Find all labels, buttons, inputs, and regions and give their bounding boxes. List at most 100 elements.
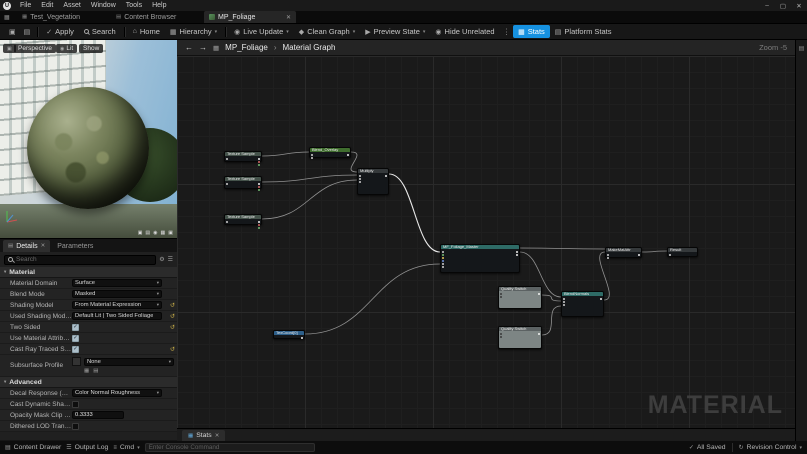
preview-shape-icon[interactable]: ◉ xyxy=(153,230,157,236)
property-checkbox[interactable] xyxy=(72,400,79,408)
details-search-input[interactable] xyxy=(16,256,153,263)
settings-icon[interactable]: ⚙ xyxy=(159,256,164,263)
property-input[interactable]: 0.3333 xyxy=(72,411,124,419)
material-node[interactable]: Quality Switch xyxy=(498,326,542,349)
apply-button[interactable]: ✓ Apply xyxy=(41,25,79,38)
hide-unrelated-button[interactable]: ◉ Hide Unrelated xyxy=(430,25,499,38)
node-output-pin[interactable] xyxy=(258,161,260,163)
all-saved-status[interactable]: ✓ All Saved xyxy=(689,444,726,451)
palette-sidebar-collapsed[interactable]: ▤ xyxy=(795,40,807,441)
property-checkbox[interactable] xyxy=(72,422,79,430)
tab-close-icon[interactable]: ✕ xyxy=(286,14,291,21)
console-command-input[interactable] xyxy=(144,443,315,452)
section-advanced[interactable]: ▾ Advanced xyxy=(0,377,177,388)
node-input-pin[interactable] xyxy=(669,254,671,256)
asset-use-icon[interactable]: ▤ xyxy=(93,368,98,374)
node-input-pin[interactable] xyxy=(226,158,228,160)
node-input-pin[interactable] xyxy=(442,260,444,262)
breadcrumb-root[interactable]: MP_Foliage xyxy=(225,43,268,52)
overflow-menu-icon[interactable]: ⋮ xyxy=(500,27,514,36)
node-output-pin[interactable] xyxy=(258,183,260,185)
node-input-pin[interactable] xyxy=(359,178,361,180)
node-input-pin[interactable] xyxy=(563,304,565,306)
close-icon[interactable]: ✕ xyxy=(41,243,46,249)
node-input-pin[interactable] xyxy=(226,221,228,223)
node-input-pin[interactable] xyxy=(442,254,444,256)
asset-dropdown[interactable]: None ▾ xyxy=(84,357,174,366)
content-drawer-button[interactable]: ▤ Content Drawer xyxy=(5,444,61,451)
node-output-pin[interactable] xyxy=(538,293,540,295)
platform-stats-button[interactable]: ▤ Platform Stats xyxy=(550,25,617,38)
node-output-pin[interactable] xyxy=(516,251,518,253)
node-output-pin[interactable] xyxy=(258,164,260,166)
filter-icon[interactable]: ☰ xyxy=(168,256,173,263)
back-icon[interactable]: ← xyxy=(185,43,193,52)
material-node[interactable]: Result xyxy=(667,247,698,257)
tab-test-vegetation[interactable]: ▦ Test_Vegetation xyxy=(16,11,86,23)
node-input-pin[interactable] xyxy=(607,257,609,259)
menu-file[interactable]: File xyxy=(15,0,36,11)
node-output-pin[interactable] xyxy=(301,337,303,339)
clean-graph-button[interactable]: ◆ Clean Graph ▾ xyxy=(294,25,360,38)
live-update-button[interactable]: ◉ Live Update ▾ xyxy=(229,25,294,38)
lit-mode-dropdown[interactable]: ◉ Lit xyxy=(56,44,78,53)
maximize-button[interactable]: ▢ xyxy=(775,2,791,10)
node-output-pin[interactable] xyxy=(600,298,602,300)
material-node[interactable]: MakeMatAttr xyxy=(605,247,642,259)
property-checkbox[interactable]: ✓ xyxy=(72,345,79,353)
asset-browse-icon[interactable]: ▦ xyxy=(84,368,89,374)
material-node[interactable]: Blend_Overlay xyxy=(309,147,351,159)
show-dropdown[interactable]: Show xyxy=(79,44,104,53)
material-preview-viewport[interactable]: ▣ Perspective ◉ Lit Show ▣ ▤ ◉ ▦ ▣ xyxy=(0,40,177,238)
preview-sphere[interactable] xyxy=(27,87,149,209)
reset-to-default-icon[interactable]: ↺ xyxy=(170,346,177,353)
menu-edit[interactable]: Edit xyxy=(36,0,58,11)
property-dropdown[interactable]: From Material Expression ▾ xyxy=(72,301,162,309)
home-button[interactable]: ⌂ Home xyxy=(128,25,165,38)
details-search-box[interactable] xyxy=(4,254,157,265)
breadcrumb-page[interactable]: Material Graph xyxy=(283,43,336,52)
property-dropdown[interactable]: Surface ▾ xyxy=(72,279,162,287)
node-output-pin[interactable] xyxy=(347,154,349,156)
node-input-pin[interactable] xyxy=(442,266,444,268)
node-input-pin[interactable] xyxy=(563,301,565,303)
node-output-pin[interactable] xyxy=(258,186,260,188)
node-output-pin[interactable] xyxy=(258,221,260,223)
perspective-dropdown[interactable]: Perspective xyxy=(14,44,56,53)
menu-tools[interactable]: Tools xyxy=(121,0,147,11)
node-output-pin[interactable] xyxy=(538,333,540,335)
property-dropdown[interactable]: Masked ▾ xyxy=(72,290,162,298)
menu-asset[interactable]: Asset xyxy=(58,0,86,11)
node-output-pin[interactable] xyxy=(385,175,387,177)
node-input-pin[interactable] xyxy=(500,333,502,335)
material-node[interactable]: Texture Sample xyxy=(224,176,262,191)
forward-icon[interactable]: → xyxy=(199,43,207,52)
node-input-pin[interactable] xyxy=(607,254,609,256)
hierarchy-button[interactable]: ▦ Hierarchy ▾ xyxy=(165,25,222,38)
cmd-dropdown[interactable]: ≡ Cmd ▾ xyxy=(113,444,139,451)
node-output-pin[interactable] xyxy=(258,158,260,160)
node-input-pin[interactable] xyxy=(226,183,228,185)
tab-parameters[interactable]: Parameters xyxy=(50,240,100,252)
close-icon[interactable]: ✕ xyxy=(215,433,220,439)
material-node[interactable]: TexCoord[0] xyxy=(273,330,305,339)
revision-control-button[interactable]: ↻ Revision Control ▾ xyxy=(739,444,802,451)
node-input-pin[interactable] xyxy=(500,296,502,298)
tab-details[interactable]: ▤ Details ✕ xyxy=(3,240,51,252)
material-node[interactable]: MF_Foliage_Master xyxy=(440,244,520,273)
node-input-pin[interactable] xyxy=(311,157,313,159)
minimize-button[interactable]: – xyxy=(759,2,775,10)
node-output-pin[interactable] xyxy=(638,254,640,256)
save-button[interactable]: ▣ xyxy=(5,26,20,38)
node-input-pin[interactable] xyxy=(500,336,502,338)
preview-state-button[interactable]: ▶ Preview State ▾ xyxy=(360,25,430,38)
preview-shape-icon[interactable]: ▤ xyxy=(145,230,150,236)
node-input-pin[interactable] xyxy=(442,257,444,259)
close-button[interactable]: ✕ xyxy=(791,2,807,10)
stats-toggle-button[interactable]: ▦ Stats xyxy=(513,25,550,38)
preview-shape-icon[interactable]: ▣ xyxy=(138,230,143,236)
property-dropdown[interactable]: Color Normal Roughness ▾ xyxy=(72,389,162,397)
preview-shape-icon[interactable]: ▣ xyxy=(168,230,173,236)
reset-to-default-icon[interactable]: ↺ xyxy=(170,302,177,309)
node-input-pin[interactable] xyxy=(359,175,361,177)
